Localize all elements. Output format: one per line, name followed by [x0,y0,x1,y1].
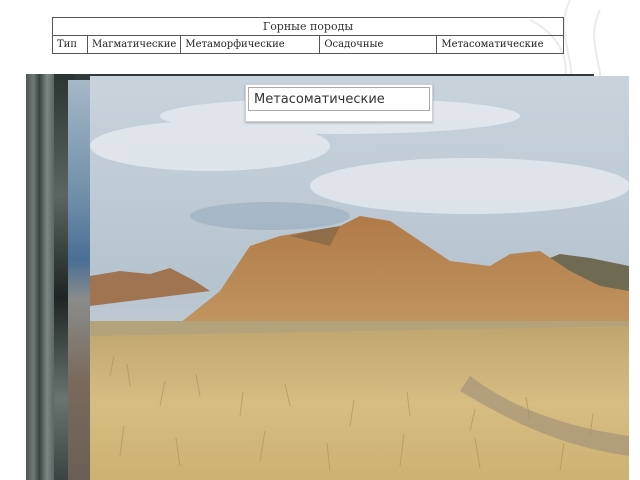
landscape-photo[interactable] [90,76,629,480]
table-cell-type: Тип [52,35,88,54]
table-cell-igneous: Магматические [86,35,182,54]
landscape-illustration [90,76,629,480]
photo-caption: Метасоматические [245,84,433,122]
table-cell-sedimentary: Осадочные [319,35,438,54]
table-cell-metasomatic: Метасоматические [436,35,564,54]
table-cell-metamorphic: Метаморфические [180,35,321,54]
table-row: Тип Магматические Метаморфические Осадоч… [52,35,564,54]
rock-photo-slide-1[interactable] [26,74,56,480]
rock-photo-slide-3[interactable] [68,80,92,480]
table-title: Горные породы [52,17,564,36]
rock-types-table: Горные породы Тип Магматические Метаморф… [52,17,564,54]
photo-caption-text: Метасоматические [248,87,430,111]
